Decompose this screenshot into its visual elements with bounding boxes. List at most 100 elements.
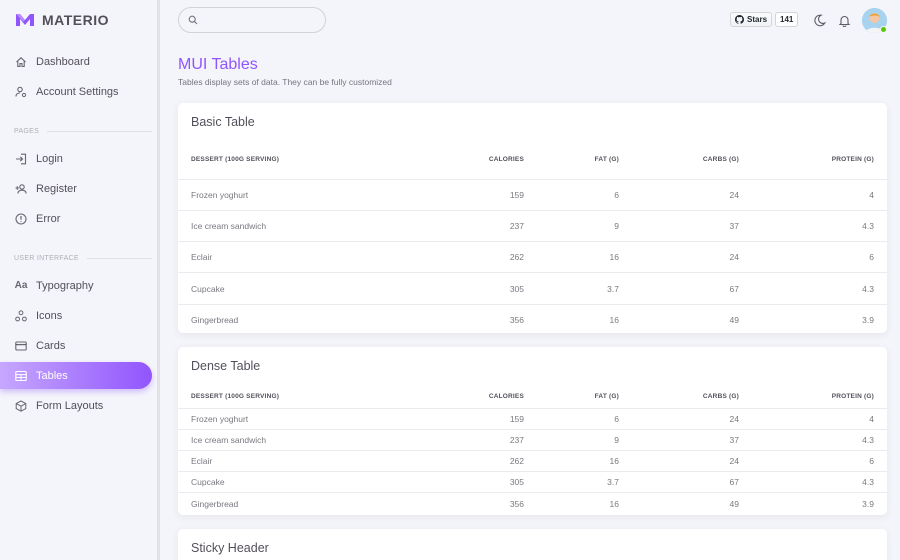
- search-icon: [188, 15, 198, 25]
- table-cell: 159: [428, 179, 524, 211]
- table-cell: 3.7: [524, 272, 619, 305]
- login-icon: [15, 153, 27, 165]
- table-row[interactable]: Frozen yoghurt 159 6 24 4: [178, 179, 887, 211]
- table-row[interactable]: Gingerbread 356 16 49 3.9: [178, 493, 887, 514]
- table-cell: 24: [619, 408, 739, 430]
- table-cell: 237: [428, 429, 524, 451]
- home-icon: [15, 56, 27, 68]
- table-cell: 37: [619, 429, 739, 451]
- page-subtitle: Tables display sets of data. They can be…: [178, 77, 392, 87]
- github-stars-widget[interactable]: Stars 141: [730, 12, 799, 27]
- sticky-header-card: Sticky Header: [178, 529, 887, 560]
- table-cell: Cupcake: [178, 272, 428, 305]
- brand-name: MATERIO: [42, 12, 110, 28]
- table-cell: Ice cream sandwich: [178, 210, 428, 243]
- theme-toggle-button[interactable]: [811, 12, 827, 28]
- table-cell: Ice cream sandwich: [178, 429, 428, 451]
- nav-item-error[interactable]: Error: [0, 205, 152, 232]
- github-stars-count[interactable]: 141: [775, 12, 799, 27]
- table-cell: Gingerbread: [191, 315, 239, 326]
- column-header[interactable]: PROTEIN (G): [739, 386, 887, 409]
- nav-label: Cards: [36, 339, 66, 352]
- nav-label: Error: [36, 212, 61, 225]
- table-cell: 16: [609, 315, 619, 326]
- nav-label: Register: [36, 182, 77, 195]
- column-header[interactable]: PROTEIN (G): [739, 141, 887, 180]
- account-plus-icon: [15, 183, 27, 195]
- table-cell: 159: [428, 408, 524, 430]
- table-cell: 3.7: [524, 471, 619, 494]
- table-cell: 237: [428, 210, 524, 243]
- column-header[interactable]: FAT (G): [524, 386, 619, 409]
- column-header[interactable]: CALORIES: [428, 141, 524, 180]
- bell-icon: [838, 15, 850, 27]
- table-row[interactable]: Ice cream sandwich 237 9 37 4.3: [178, 429, 887, 451]
- google-circles-extended-icon: [15, 309, 27, 322]
- table-cell: 3.9: [862, 315, 874, 326]
- account-cog-icon: [15, 86, 27, 98]
- nav-label: Account Settings: [36, 85, 119, 98]
- table-row[interactable]: Cupcake 305 3.7 67 4.3: [178, 471, 887, 494]
- nav-item-tables[interactable]: Tables: [0, 362, 152, 389]
- github-icon: [735, 15, 744, 24]
- table-cell: 6: [739, 450, 887, 473]
- brand[interactable]: MATERIO: [0, 0, 157, 40]
- table-row[interactable]: Gingerbread 356 16 49 3.9: [178, 304, 887, 333]
- table-row[interactable]: Eclair 262 16 24 6: [178, 450, 887, 473]
- column-header[interactable]: CARBS (G): [619, 386, 739, 409]
- search-field[interactable]: [204, 15, 314, 25]
- materio-logo-icon: [16, 14, 34, 26]
- table-cell: 3.9: [862, 498, 874, 509]
- card-title: Sticky Header: [191, 541, 269, 555]
- nav-item-register[interactable]: Register: [0, 175, 152, 202]
- table-cell: Gingerbread: [191, 498, 239, 509]
- nav-item-dashboard[interactable]: Dashboard: [0, 48, 152, 75]
- page-title: MUI Tables: [178, 56, 258, 73]
- table-cell: 9: [524, 210, 619, 243]
- table-cell: 356: [509, 315, 524, 326]
- table-cell: 4.3: [739, 471, 887, 494]
- table-row[interactable]: Eclair 262 16 24 6: [178, 241, 887, 274]
- alert-circle-icon: [15, 212, 27, 225]
- column-header[interactable]: FAT (G): [524, 141, 619, 180]
- table-header-row: DESSERT (100G SERVING) CALORIES FAT (G) …: [178, 386, 887, 409]
- nav-label: Typography: [36, 279, 94, 292]
- table-cell: 4.3: [739, 429, 887, 451]
- section-header-user-interface: USER INTERFACE: [14, 255, 152, 262]
- nav-item-icons[interactable]: Icons: [0, 302, 152, 329]
- table-row[interactable]: Frozen yoghurt 159 6 24 4: [178, 408, 887, 430]
- table-row[interactable]: Ice cream sandwich 237 9 37 4.3: [178, 210, 887, 243]
- table-cell: 4: [739, 179, 887, 211]
- nav-item-cards[interactable]: Cards: [0, 332, 152, 359]
- section-divider: [86, 258, 152, 259]
- card-title: Basic Table: [191, 115, 255, 129]
- search-input[interactable]: [178, 7, 326, 33]
- column-header[interactable]: DESSERT (100G SERVING): [178, 386, 428, 409]
- table-cell: 4.3: [739, 272, 887, 305]
- table-cell: 67: [619, 471, 739, 494]
- nav-item-login[interactable]: Login: [0, 145, 152, 172]
- nav-item-typography[interactable]: Aa Typography: [0, 272, 152, 299]
- moon-icon: [813, 14, 826, 26]
- column-header[interactable]: CARBS (G): [619, 141, 739, 180]
- table-cell: 4: [739, 408, 887, 430]
- table-cell: 49: [729, 498, 739, 509]
- nav-label: Login: [36, 152, 63, 165]
- top-app-bar: Stars 141: [160, 0, 900, 40]
- table-cell: 24: [619, 179, 739, 211]
- notifications-button[interactable]: [836, 12, 852, 28]
- github-stars-button[interactable]: Stars: [730, 12, 773, 27]
- nav-item-account-settings[interactable]: Account Settings: [0, 78, 152, 105]
- column-header[interactable]: DESSERT (100G SERVING): [178, 141, 428, 180]
- credit-card-icon: [15, 340, 27, 352]
- format-letter-case-icon: Aa: [14, 280, 28, 291]
- nav-label: Form Layouts: [36, 399, 104, 412]
- basic-table-card: Basic Table DESSERT (100G SERVING) CALOR…: [178, 103, 887, 333]
- column-header[interactable]: CALORIES: [428, 386, 524, 409]
- table-row[interactable]: Cupcake 305 3.7 67 4.3: [178, 272, 887, 305]
- table-cell: 16: [524, 241, 619, 274]
- section-divider: [47, 131, 152, 132]
- nav-item-form-layouts[interactable]: Form Layouts: [0, 392, 152, 419]
- table-header-row: DESSERT (100G SERVING) CALORIES FAT (G) …: [178, 141, 887, 180]
- table-cell: Frozen yoghurt: [178, 179, 428, 211]
